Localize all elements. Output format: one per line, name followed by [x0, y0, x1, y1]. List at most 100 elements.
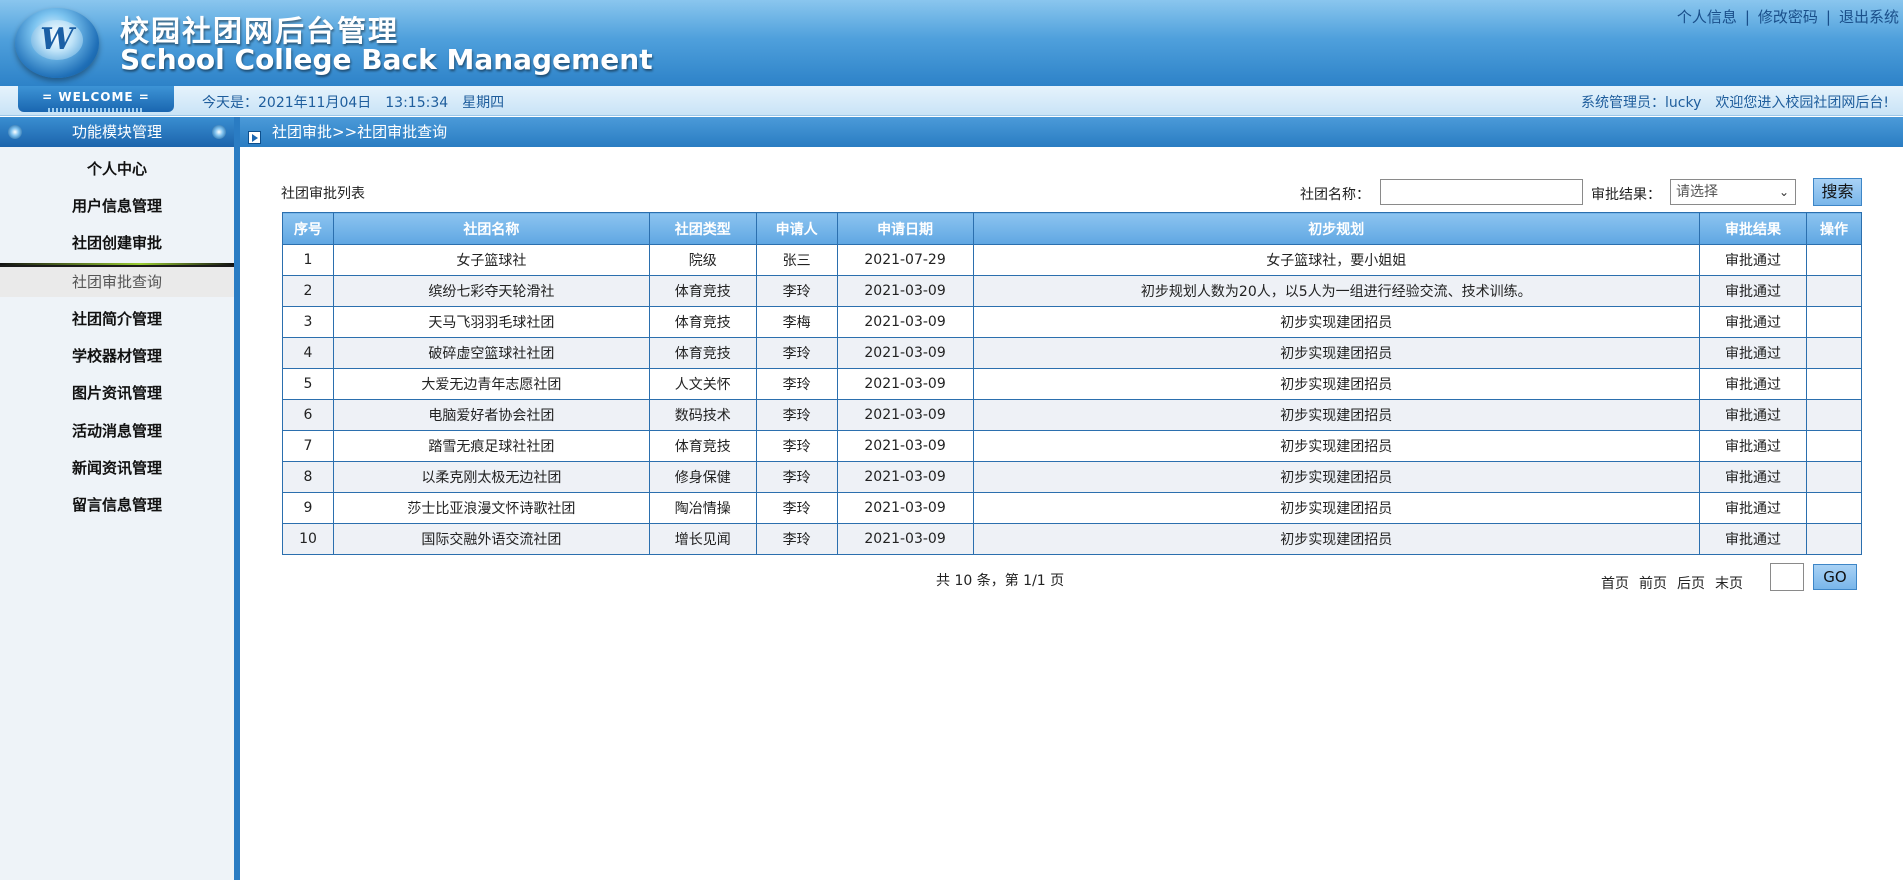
table-cell: 审批通过: [1699, 275, 1807, 307]
first-page-link[interactable]: 首页: [1601, 576, 1629, 592]
table-row: 5 大爱无边青年志愿社团 人文关怀 李玲 2021-03-09 初步实现建团招员 审批通过: [282, 368, 1863, 400]
link-separator: |: [1744, 8, 1750, 26]
next-page-link[interactable]: 后页: [1677, 576, 1705, 592]
table-cell: 初步实现建团招员: [972, 306, 1701, 338]
table-cell: 修身保健: [648, 461, 757, 493]
profile-link[interactable]: 个人信息: [1677, 8, 1737, 26]
table-cell: 10: [282, 523, 334, 555]
action-cell[interactable]: [1805, 399, 1863, 431]
table-cell: 破碎虚空篮球社社团: [332, 337, 650, 369]
current-datetime: 今天是：2021年11月04日 13:15:34 星期四: [202, 92, 518, 112]
table-cell: 大爱无边青年志愿社团: [332, 368, 650, 400]
action-cell[interactable]: [1805, 306, 1863, 338]
action-cell[interactable]: [1805, 430, 1863, 462]
table-cell: 数码技术: [648, 399, 757, 431]
bullet-icon: [212, 125, 226, 139]
result-select-value: 请选择: [1676, 184, 1718, 200]
table-cell: 增长见闻: [648, 523, 757, 555]
table-cell: 初步规划人数为20人，以5人为一组进行经验交流、技术训练。: [972, 275, 1701, 307]
action-cell[interactable]: [1805, 368, 1863, 400]
club-name-label: 社团名称：: [1300, 187, 1370, 203]
table-row: 6 电脑爱好者协会社团 数码技术 李玲 2021-03-09 初步实现建团招员 审批通过: [282, 399, 1863, 431]
table-row: 1 女子篮球社 院级 张三 2021-07-29 女子篮球社，要小姐姐 审批通过: [282, 244, 1863, 276]
table-cell: 李玲: [755, 368, 838, 400]
table-cell: 审批通过: [1699, 492, 1807, 524]
table-cell: 5: [282, 368, 334, 400]
table-cell: 9: [282, 492, 334, 524]
link-separator: |: [1825, 8, 1831, 26]
table-row: 8 以柔克刚太极无边社团 修身保健 李玲 2021-03-09 初步实现建团招员 审批通过: [282, 461, 1863, 493]
logo-letter: W: [31, 20, 83, 60]
action-cell[interactable]: [1805, 337, 1863, 369]
table-cell: 初步实现建团招员: [972, 523, 1701, 555]
admin-name: 系统管理员：lucky: [1581, 95, 1702, 111]
table-cell: 初步实现建团招员: [972, 430, 1701, 462]
go-button[interactable]: GO: [1813, 564, 1857, 590]
sidebar-item-activity-management[interactable]: 活动消息管理: [0, 416, 234, 446]
action-cell[interactable]: [1805, 275, 1863, 307]
result-label: 审批结果：: [1591, 187, 1661, 203]
action-cell[interactable]: [1805, 244, 1863, 276]
table-cell: 李玲: [755, 399, 838, 431]
table-cell: 审批通过: [1699, 244, 1807, 276]
table-cell: 李玲: [755, 523, 838, 555]
sidebar-item-club-approval-query[interactable]: 社团审批查询: [0, 263, 234, 297]
last-page-link[interactable]: 末页: [1715, 576, 1743, 592]
page-number-input[interactable]: [1770, 563, 1804, 591]
table-row: 2 缤纷七彩夺天轮滑社 体育竞技 李玲 2021-03-09 初步规划人数为20人，以5人…: [282, 275, 1863, 307]
table-cell: 初步实现建团招员: [972, 461, 1701, 493]
table-cell: 2: [282, 275, 334, 307]
pager-summary: 共 10 条，第 1/1 页: [936, 573, 1065, 589]
table-row: 9 莎士比亚浪漫文怀诗歌社团 陶冶情操 李玲 2021-03-09 初步实现建团招员 审批通…: [282, 492, 1863, 524]
sidebar-item-equipment-management[interactable]: 学校器材管理: [0, 341, 234, 371]
table-cell: 审批通过: [1699, 306, 1807, 338]
sidebar: 功能模块管理 个人中心 用户信息管理 社团创建审批 社团审批查询 社团简介管理 …: [0, 117, 240, 880]
table-cell: 2021-03-09: [836, 430, 974, 462]
bullet-icon: [8, 125, 22, 139]
sidebar-item-personal-center[interactable]: 个人中心: [0, 154, 234, 184]
table-cell: 体育竞技: [648, 430, 757, 462]
column-header: 初步规划: [972, 212, 1701, 245]
column-header: 社团类型: [648, 212, 757, 245]
table-cell: 李玲: [755, 430, 838, 462]
pager-links: 首页 前页 后页 末页: [1601, 573, 1753, 593]
date-text: 今天是：2021年11月04日: [202, 95, 372, 111]
sidebar-item-image-news-management[interactable]: 图片资讯管理: [0, 378, 234, 408]
column-header: 序号: [282, 212, 334, 245]
club-name-input[interactable]: [1380, 179, 1583, 205]
table-cell: 4: [282, 337, 334, 369]
chevron-down-icon: ⌄: [1778, 185, 1789, 199]
admin-info: 系统管理员：lucky 欢迎您进入校园社团网后台!: [1567, 92, 1889, 112]
sidebar-item-club-intro-management[interactable]: 社团简介管理: [0, 304, 234, 334]
list-title: 社团审批列表: [281, 186, 365, 202]
search-button[interactable]: 搜索: [1813, 178, 1862, 206]
table-cell: 张三: [755, 244, 838, 276]
table-cell: 国际交融外语交流社团: [332, 523, 650, 555]
prev-page-link[interactable]: 前页: [1639, 576, 1667, 592]
result-select[interactable]: 请选择 ⌄: [1670, 179, 1796, 205]
sidebar-item-news-management[interactable]: 新闻资讯管理: [0, 453, 234, 483]
sidebar-item-club-creation-approval[interactable]: 社团创建审批: [0, 228, 234, 258]
table-cell: 2021-03-09: [836, 368, 974, 400]
change-password-link[interactable]: 修改密码: [1758, 8, 1818, 26]
table-cell: 陶冶情操: [648, 492, 757, 524]
weekday-text: 星期四: [462, 95, 505, 111]
action-cell[interactable]: [1805, 492, 1863, 524]
sidebar-item-user-management[interactable]: 用户信息管理: [0, 191, 234, 221]
sidebar-item-message-management[interactable]: 留言信息管理: [0, 490, 234, 520]
column-header: 审批结果: [1699, 212, 1807, 245]
table-row: 4 破碎虚空篮球社社团 体育竞技 李玲 2021-03-09 初步实现建团招员 审批通过: [282, 337, 1863, 369]
action-cell[interactable]: [1805, 461, 1863, 493]
time-text: 13:15:34: [385, 95, 449, 111]
logout-link[interactable]: 退出系统: [1839, 8, 1899, 26]
table-cell: 李玲: [755, 492, 838, 524]
table-body: 1 女子篮球社 院级 张三 2021-07-29 女子篮球社，要小姐姐 审批通过 2 缤纷七彩夺…: [282, 244, 1863, 555]
column-header: 申请人: [755, 212, 838, 245]
action-cell[interactable]: [1805, 523, 1863, 555]
table-cell: 缤纷七彩夺天轮滑社: [332, 275, 650, 307]
table-cell: 2021-07-29: [836, 244, 974, 276]
table-row: 10 国际交融外语交流社团 增长见闻 李玲 2021-03-09 初步实现建团招员 审批通过: [282, 523, 1863, 555]
table-cell: 2021-03-09: [836, 275, 974, 307]
header-banner: W 校园社团网后台管理 School College Back Manageme…: [0, 0, 1903, 86]
table-cell: 审批通过: [1699, 461, 1807, 493]
